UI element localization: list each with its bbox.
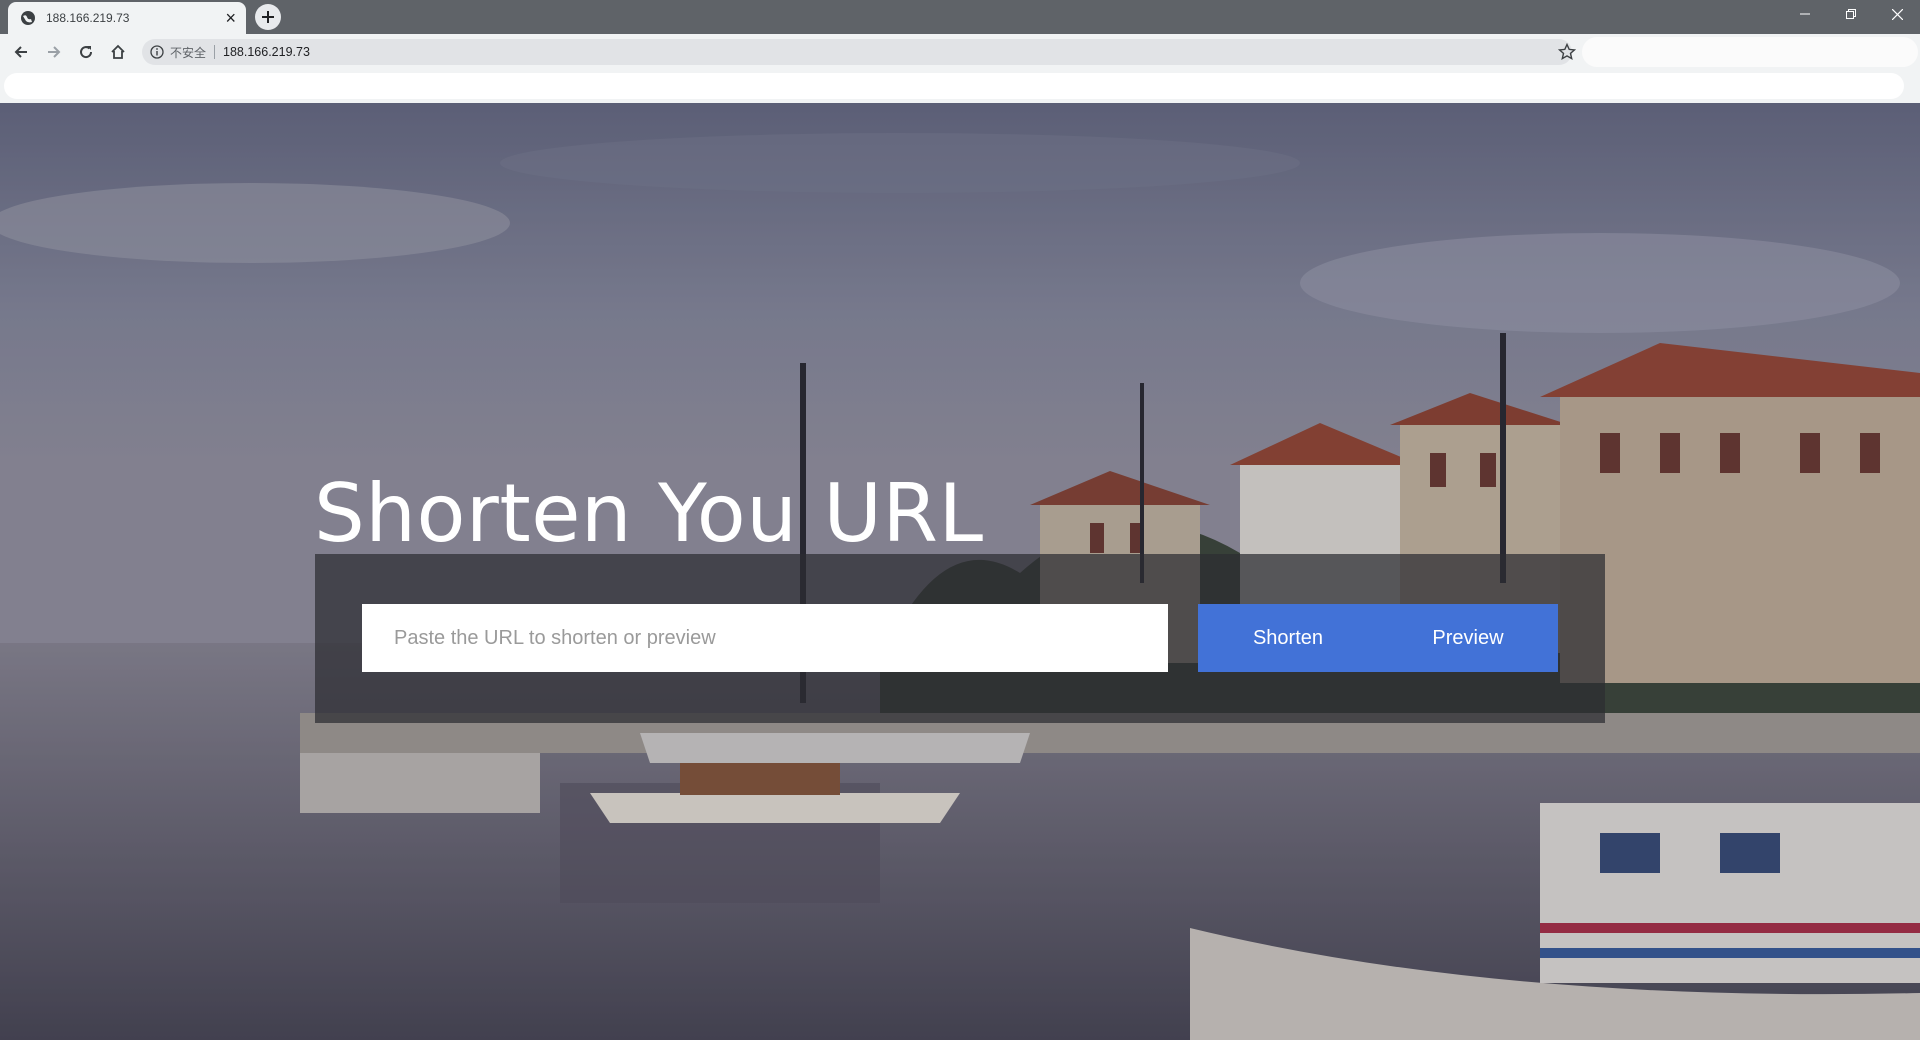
close-tab-icon[interactable]: × (225, 9, 236, 27)
browser-tab[interactable]: 188.166.219.73 × (8, 2, 246, 34)
preview-button[interactable]: Preview (1378, 604, 1558, 672)
close-icon (1891, 8, 1903, 20)
address-bar[interactable]: 不安全 188.166.219.73 (142, 39, 1572, 65)
hero-title: Shorten You URL (314, 466, 984, 560)
url-text[interactable]: 188.166.219.73 (223, 45, 310, 59)
minimize-icon (1800, 13, 1810, 15)
home-button[interactable] (107, 41, 129, 63)
tab-strip: 188.166.219.73 × (0, 0, 1920, 34)
new-tab-button[interactable] (255, 4, 281, 30)
browser-toolbar: 不安全 188.166.219.73 (0, 34, 1920, 70)
minimize-button[interactable] (1782, 0, 1828, 28)
page-viewport: Shorten You URL Shorten Preview (0, 103, 1920, 1040)
restore-icon (1846, 9, 1856, 19)
globe-icon (21, 11, 35, 25)
bookmarks-bar (0, 70, 1920, 103)
bookmarks-redacted (4, 73, 1904, 99)
shorten-form-panel: Shorten Preview (315, 554, 1605, 723)
home-icon (111, 44, 125, 59)
info-icon[interactable] (150, 45, 164, 59)
action-buttons: Shorten Preview (1198, 604, 1558, 672)
arrow-left-icon (14, 46, 27, 58)
address-divider (214, 45, 216, 59)
close-window-button[interactable] (1874, 0, 1920, 28)
security-label: 不安全 (170, 45, 207, 60)
url-input[interactable] (362, 604, 1168, 672)
arrow-right-icon (48, 46, 61, 58)
extensions-area (1582, 37, 1918, 67)
reload-button[interactable] (75, 41, 97, 63)
restore-button[interactable] (1828, 0, 1874, 28)
plus-icon (262, 11, 274, 23)
shorten-button[interactable]: Shorten (1198, 604, 1378, 672)
forward-button[interactable] (43, 41, 65, 63)
tab-title: 188.166.219.73 (46, 11, 130, 25)
reload-icon (80, 46, 93, 59)
back-button[interactable] (10, 41, 32, 63)
bookmark-star-icon[interactable] (1558, 43, 1576, 61)
